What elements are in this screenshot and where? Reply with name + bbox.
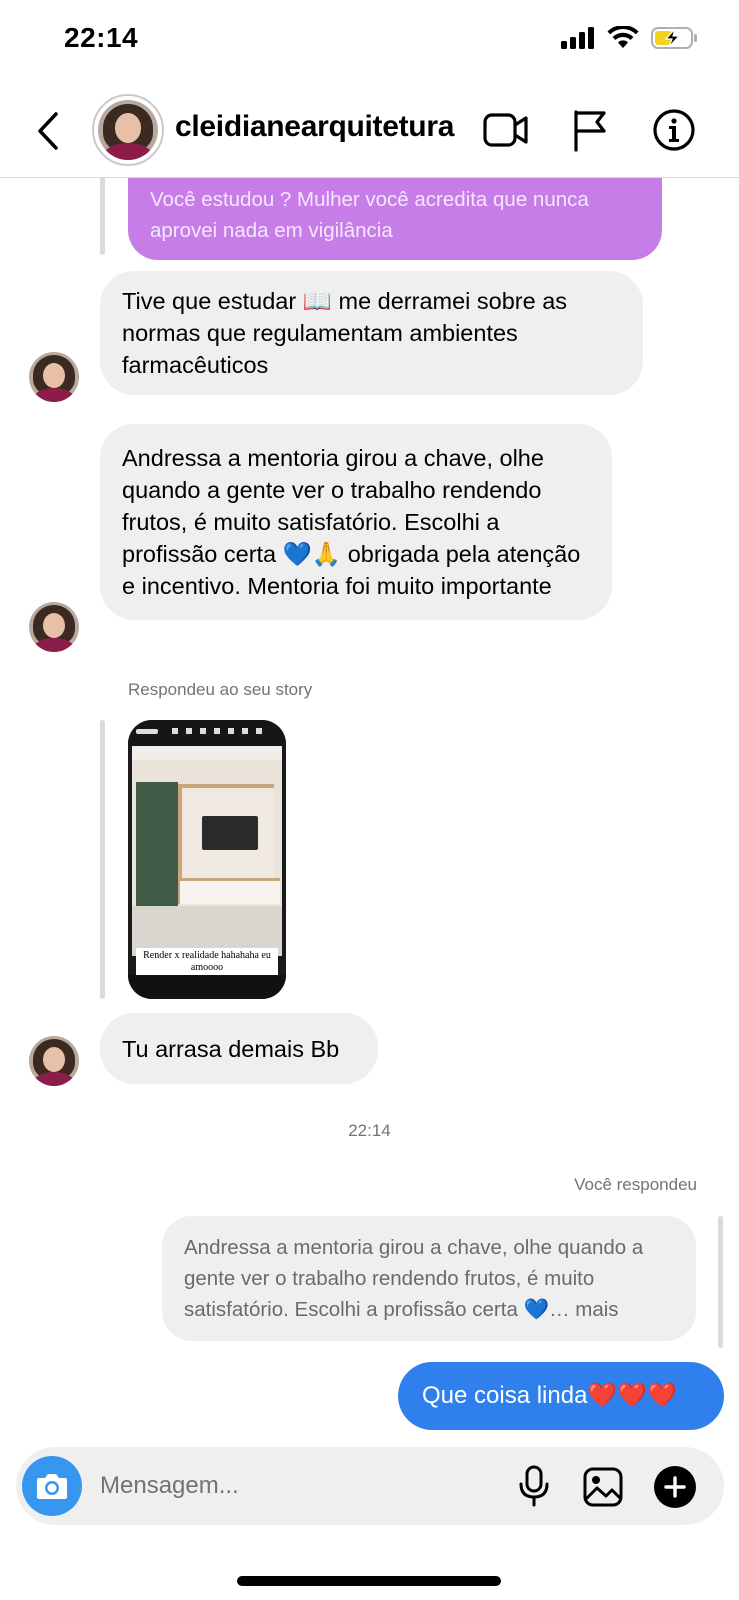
message-input[interactable] <box>100 1470 480 1502</box>
reply-indicator-bar <box>718 1216 723 1348</box>
sender-avatar[interactable] <box>29 352 79 402</box>
plus-icon <box>664 1476 686 1498</box>
video-call-button[interactable] <box>480 104 532 156</box>
sender-avatar[interactable] <box>29 1036 79 1086</box>
chat-header: cleidianearquitetura <box>0 86 739 178</box>
header-username[interactable]: cleidianearquitetura <box>175 110 454 144</box>
story-thumbnail[interactable]: Render x realidade hahahaha eu amoooo <box>128 720 286 999</box>
wifi-icon <box>607 26 639 48</box>
sender-avatar[interactable] <box>29 602 79 652</box>
you-replied-label: Você respondeu <box>574 1175 697 1194</box>
camera-icon <box>37 1474 67 1499</box>
report-button[interactable] <box>564 104 616 156</box>
microphone-icon <box>519 1465 549 1507</box>
story-caption: Render x realidade hahahaha eu amoooo <box>136 948 278 976</box>
message-timestamp: 22:14 <box>348 1121 391 1140</box>
reply-indicator-bar <box>100 176 105 255</box>
video-call-icon <box>483 113 528 147</box>
add-button[interactable] <box>654 1466 696 1508</box>
status-icons <box>561 26 699 50</box>
info-button[interactable] <box>648 104 700 156</box>
cellular-signal-icon <box>561 27 594 49</box>
info-icon <box>653 109 695 151</box>
incoming-message[interactable]: Tive que estudar 📖 me derramei sobre as … <box>100 271 643 395</box>
camera-button[interactable] <box>22 1456 82 1516</box>
status-time: 22:14 <box>64 22 139 53</box>
back-icon[interactable] <box>30 106 70 156</box>
incoming-message[interactable]: Andressa a mentoria girou a chave, olhe … <box>100 424 612 620</box>
flag-icon <box>574 110 606 152</box>
battery-charging-icon <box>651 27 697 49</box>
microphone-button[interactable] <box>512 1464 556 1508</box>
home-indicator <box>237 1576 501 1586</box>
incoming-message[interactable]: Tu arrasa demais Bb <box>100 1013 378 1084</box>
quoted-reply-message[interactable]: Andressa a mentoria girou a chave, olhe … <box>162 1216 696 1341</box>
story-reply-label: Respondeu ao seu story <box>128 680 313 699</box>
header-avatar[interactable] <box>92 94 164 166</box>
gallery-icon <box>583 1467 623 1507</box>
quoted-story-message[interactable]: Você estudou ? Mulher você acredita que … <box>128 176 662 260</box>
gallery-button[interactable] <box>580 1464 626 1510</box>
outgoing-message[interactable]: Que coisa linda❤️❤️❤️ <box>398 1362 724 1430</box>
reply-indicator-bar <box>100 720 105 999</box>
